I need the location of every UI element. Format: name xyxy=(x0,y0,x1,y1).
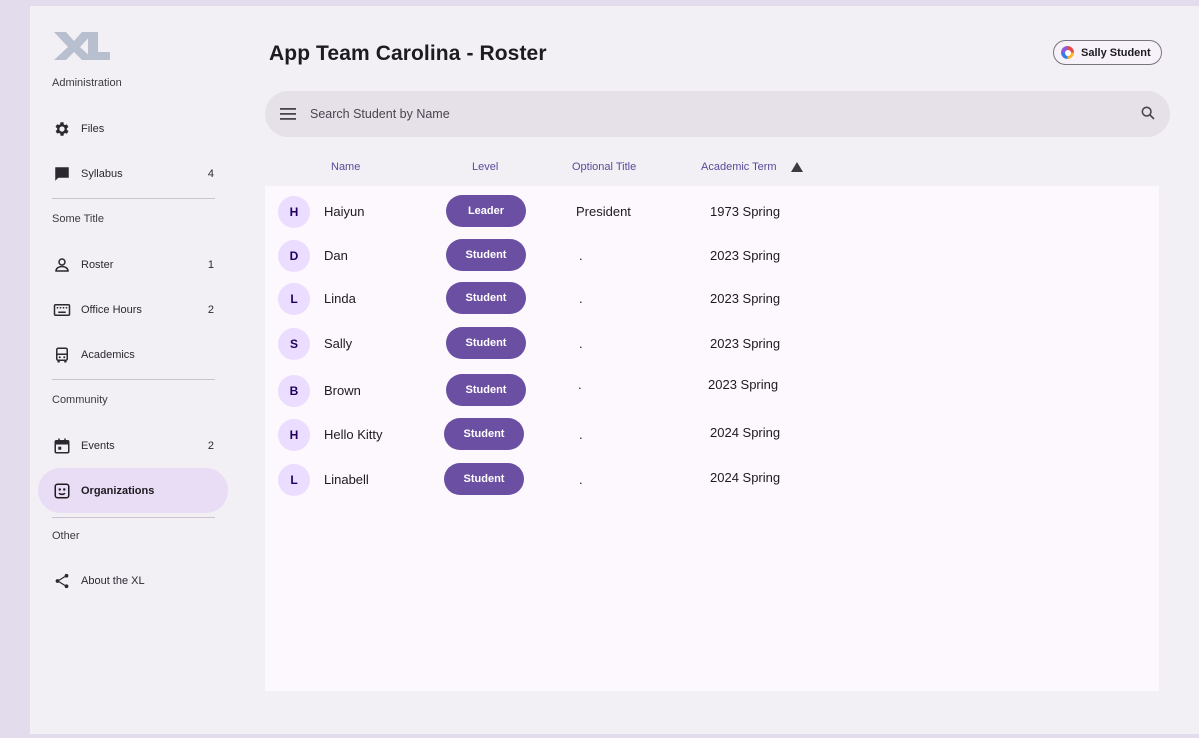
divider xyxy=(52,198,215,199)
avatar: L xyxy=(278,464,310,496)
academic-term: 2023 Spring xyxy=(710,336,781,351)
level-badge[interactable]: Student xyxy=(446,327,526,359)
sidebar-item-count: 2 xyxy=(207,303,214,316)
column-header-name[interactable]: Name xyxy=(331,161,360,173)
section-title-other: Other xyxy=(52,530,80,542)
optional-title: . xyxy=(579,427,583,442)
academic-term: 2023 Spring xyxy=(710,291,781,306)
sidebar-item-roster[interactable]: Roster 1 xyxy=(38,242,228,287)
column-header-optional-title[interactable]: Optional Title xyxy=(572,161,636,173)
optional-title: . xyxy=(579,291,583,306)
sidebar-item-files[interactable]: Files xyxy=(38,106,228,151)
avatar: H xyxy=(278,196,310,228)
level-badge[interactable]: Leader xyxy=(446,195,526,227)
student-name: Haiyun xyxy=(324,204,365,219)
sidebar-item-label: Organizations xyxy=(81,484,155,497)
keyboard-icon xyxy=(52,300,72,320)
sidebar-item-count: 4 xyxy=(207,167,214,180)
divider xyxy=(52,517,215,518)
optional-title: . xyxy=(579,472,583,487)
org-icon xyxy=(52,481,72,501)
avatar: L xyxy=(278,283,310,315)
sidebar-item-label: About the XL xyxy=(81,574,145,587)
academic-term: 2024 Spring xyxy=(710,470,781,485)
section-title-community: Community xyxy=(52,394,108,406)
sidebar-item-label: Office Hours xyxy=(81,303,142,316)
optional-title: . xyxy=(579,248,583,263)
level-badge[interactable]: Student xyxy=(444,418,524,450)
avatar: D xyxy=(278,240,310,272)
student-name: Linabell xyxy=(324,472,369,487)
optional-title: . xyxy=(579,336,583,351)
section-title-administration: Administration xyxy=(52,77,122,89)
student-name: Dan xyxy=(324,248,348,263)
student-name: Sally xyxy=(324,336,353,351)
sidebar-item-label: Files xyxy=(81,122,105,135)
share-icon xyxy=(52,571,72,591)
sidebar-item-office-hours[interactable]: Office Hours 2 xyxy=(38,287,228,332)
sidebar-item-count: 1 xyxy=(207,258,214,271)
person-icon xyxy=(52,255,72,275)
column-header-level[interactable]: Level xyxy=(472,161,498,173)
table-row[interactable]: H Hello Kitty Student . 2024 Spring xyxy=(265,415,1159,455)
sidebar-item-count: 2 xyxy=(207,439,214,452)
table-row[interactable]: L Linabell Student . 2024 Spring xyxy=(265,460,1159,500)
optional-title: . xyxy=(578,377,582,392)
student-name: Hello Kitty xyxy=(324,427,383,442)
xl-logo[interactable] xyxy=(52,28,112,69)
sidebar-item-academics[interactable]: Academics xyxy=(38,332,228,377)
page-title: App Team Carolina - Roster xyxy=(269,42,547,65)
avatar: S xyxy=(278,328,310,360)
gear-icon xyxy=(52,119,72,139)
sidebar-item-label: Syllabus xyxy=(81,167,123,180)
column-header-academic-term[interactable]: Academic Term xyxy=(701,161,777,173)
avatar: B xyxy=(278,375,310,407)
user-chip[interactable]: Sally Student xyxy=(1053,40,1162,65)
academic-term: 2023 Spring xyxy=(710,248,781,263)
sidebar: Administration Files Syllabus 4 Some Tit… xyxy=(30,6,258,734)
academic-term: 1973 Spring xyxy=(710,204,781,219)
user-name: Sally Student xyxy=(1081,46,1151,59)
academic-term: 2023 Spring xyxy=(708,377,779,392)
level-badge[interactable]: Student xyxy=(446,282,526,314)
academic-term: 2024 Spring xyxy=(710,425,781,440)
menu-icon[interactable] xyxy=(279,105,297,123)
avatar: H xyxy=(278,419,310,451)
roster-table: H Haiyun Leader President 1973 Spring D … xyxy=(265,186,1159,691)
level-badge[interactable]: Student xyxy=(446,239,526,271)
level-badge[interactable]: Student xyxy=(444,463,524,495)
bus-icon xyxy=(52,345,72,365)
search-icon[interactable] xyxy=(1140,105,1156,126)
table-row[interactable]: S Sally Student . 2023 Spring xyxy=(265,324,1159,364)
sidebar-item-organizations[interactable]: Organizations xyxy=(38,468,228,513)
search-input[interactable] xyxy=(310,107,1090,121)
sidebar-item-label: Events xyxy=(81,439,115,452)
sort-ascending-icon[interactable] xyxy=(791,162,803,172)
sidebar-item-syllabus[interactable]: Syllabus 4 xyxy=(38,151,228,196)
sidebar-item-label: Academics xyxy=(81,348,135,361)
optional-title: President xyxy=(576,204,631,219)
section-title-some-title: Some Title xyxy=(52,213,104,225)
search-bar xyxy=(265,91,1170,137)
table-row[interactable]: D Dan Student . 2023 Spring xyxy=(265,236,1159,276)
chat-icon xyxy=(52,164,72,184)
calendar-icon xyxy=(52,436,72,456)
sidebar-item-about[interactable]: About the XL xyxy=(38,558,228,603)
student-name: Brown xyxy=(324,383,361,398)
divider xyxy=(52,379,215,380)
sidebar-item-label: Roster xyxy=(81,258,114,271)
profile-icon xyxy=(1061,46,1074,59)
app-window: Administration Files Syllabus 4 Some Tit… xyxy=(30,6,1199,734)
table-row[interactable]: H Haiyun Leader President 1973 Spring xyxy=(265,192,1159,232)
sidebar-item-events[interactable]: Events 2 xyxy=(38,423,228,468)
student-name: Linda xyxy=(324,291,356,306)
table-row[interactable]: L Linda Student . 2023 Spring xyxy=(265,279,1159,319)
table-row[interactable]: B Brown Student . 2023 Spring xyxy=(265,371,1159,411)
level-badge[interactable]: Student xyxy=(446,374,526,406)
